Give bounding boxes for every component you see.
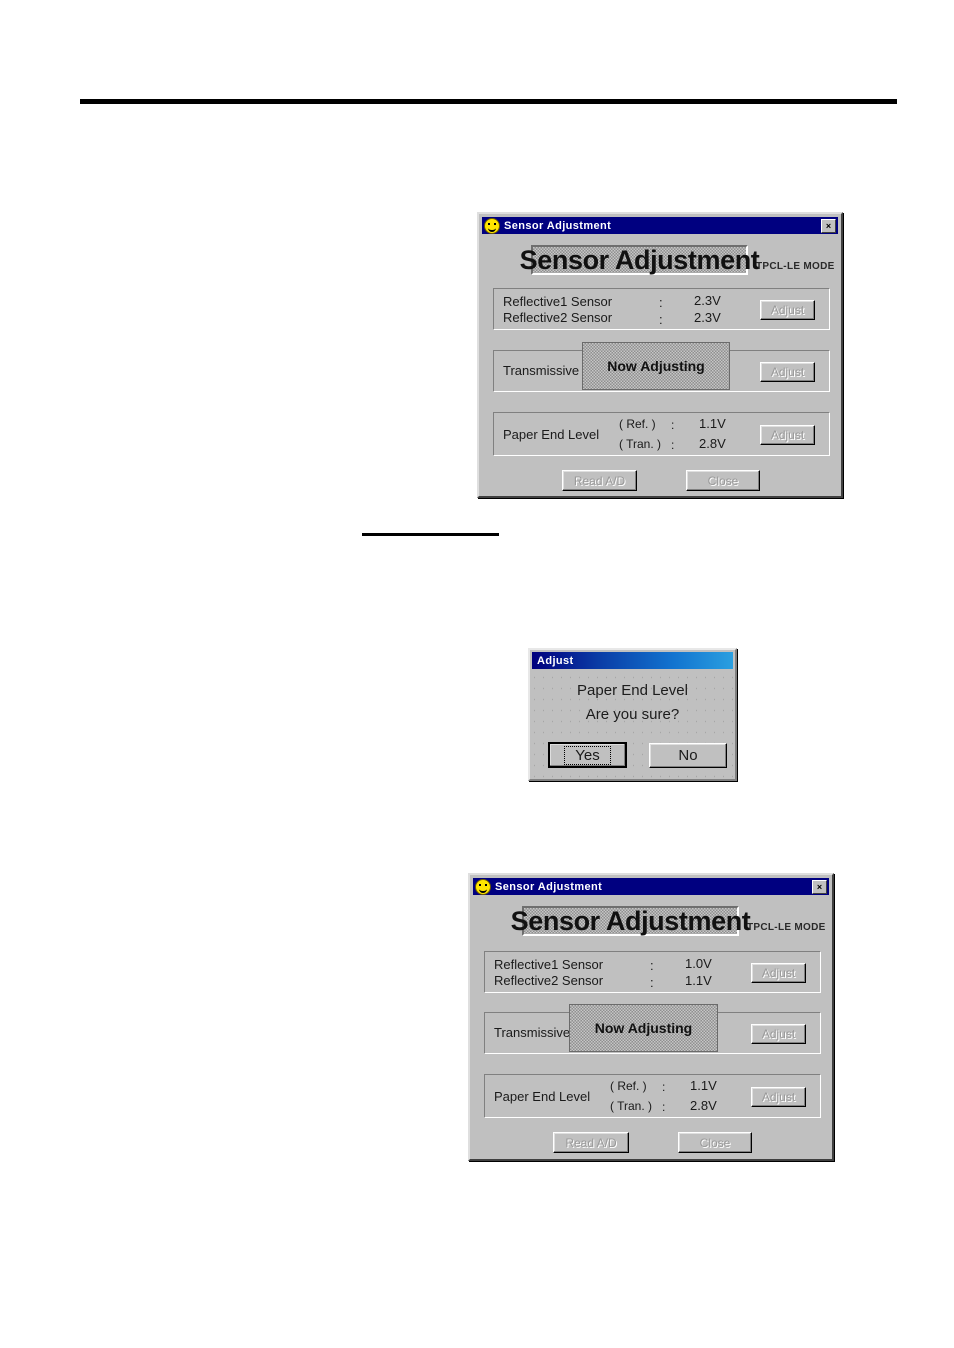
paper-end-ref-separator: : xyxy=(662,1080,666,1094)
titlebar[interactable]: Sensor Adjustment × xyxy=(482,217,838,234)
sensor-adjustment-dialog-top[interactable]: Sensor Adjustment × Sensor Adjustment TP… xyxy=(477,212,843,498)
reflective2-value: 2.3V xyxy=(694,310,721,325)
smiley-face-icon xyxy=(475,878,491,895)
window-title: Sensor Adjustment xyxy=(504,219,612,232)
yes-button-label: Yes xyxy=(564,745,611,765)
confirm-message-line1: Paper End Level xyxy=(577,682,688,699)
sensor-adjustment-dialog-bottom[interactable]: Sensor Adjustment × Sensor Adjustment TP… xyxy=(468,873,834,1161)
close-button[interactable]: Close xyxy=(686,470,760,491)
adjust-button-paper-end[interactable]: Adjust xyxy=(760,425,815,445)
paper-end-tran-separator: : xyxy=(662,1100,666,1114)
adjust-button-transmissive[interactable]: Adjust xyxy=(751,1024,806,1044)
paper-end-level-panel: Paper End Level ( Ref. ) : 1.1V ( Tran. … xyxy=(493,412,830,456)
close-button[interactable]: Close xyxy=(678,1132,752,1153)
close-icon[interactable]: × xyxy=(821,218,836,233)
window-title: Adjust xyxy=(537,654,574,667)
now-adjusting-text: Now Adjusting xyxy=(594,1020,693,1036)
reflective2-label: Reflective2 Sensor xyxy=(494,973,604,988)
mode-label: TPCL-LE MODE xyxy=(747,922,826,933)
adjust-confirm-dialog[interactable]: Adjust Paper End Level Are you sure? Yes… xyxy=(528,648,737,781)
transmissive-label: Transmissive xyxy=(503,363,580,378)
paper-end-tran-separator: : xyxy=(671,438,675,452)
smiley-face-icon xyxy=(484,217,500,234)
no-button[interactable]: No xyxy=(649,743,727,768)
reflective-sensor-panel: Reflective1 Sensor : 1.0V Reflective2 Se… xyxy=(484,951,821,993)
reflective2-label: Reflective2 Sensor xyxy=(503,310,613,325)
header-title: Sensor Adjustment xyxy=(510,905,751,936)
paper-end-level-label: Paper End Level xyxy=(503,427,600,442)
window-title: Sensor Adjustment xyxy=(495,880,603,893)
caption-underline-rule xyxy=(362,533,499,536)
reflective2-value: 1.1V xyxy=(685,973,712,988)
reflective1-value: 1.0V xyxy=(685,956,712,971)
now-adjusting-text: Now Adjusting xyxy=(607,358,705,374)
now-adjusting-overlay: Now Adjusting xyxy=(582,342,730,390)
reflective1-label: Reflective1 Sensor xyxy=(503,294,613,309)
paper-end-ref-value: 1.1V xyxy=(690,1078,717,1093)
header-banner: Sensor Adjustment xyxy=(511,906,751,936)
adjust-button-reflective[interactable]: Adjust xyxy=(751,963,806,983)
paper-end-tran-label: ( Tran. ) xyxy=(610,1099,653,1113)
now-adjusting-overlay: Now Adjusting xyxy=(569,1004,718,1052)
reflective2-separator: : xyxy=(659,312,663,327)
mode-label: TPCL-LE MODE xyxy=(756,261,835,272)
reflective1-value: 2.3V xyxy=(694,293,721,308)
paper-end-tran-value: 2.8V xyxy=(690,1098,717,1113)
yes-button[interactable]: Yes xyxy=(548,742,627,768)
confirm-message-line2: Are you sure? xyxy=(585,706,680,723)
paper-end-ref-label: ( Ref. ) xyxy=(610,1079,647,1093)
paper-end-tran-value: 2.8V xyxy=(699,436,726,451)
paper-end-ref-separator: : xyxy=(671,418,675,432)
paper-end-ref-label: ( Ref. ) xyxy=(619,417,656,431)
adjust-button-transmissive[interactable]: Adjust xyxy=(760,362,815,382)
page-header-rule xyxy=(80,99,897,104)
paper-end-level-panel: Paper End Level ( Ref. ) : 1.1V ( Tran. … xyxy=(484,1074,821,1118)
close-icon[interactable]: × xyxy=(812,879,827,894)
reflective-sensor-panel: Reflective1 Sensor : 2.3V Reflective2 Se… xyxy=(493,288,830,330)
adjust-button-reflective[interactable]: Adjust xyxy=(760,300,815,320)
read-ad-button[interactable]: Read A/D xyxy=(562,470,637,491)
reflective1-label: Reflective1 Sensor xyxy=(494,957,604,972)
read-ad-button[interactable]: Read A/D xyxy=(553,1132,629,1153)
titlebar[interactable]: Sensor Adjustment × xyxy=(473,878,829,895)
header-title: Sensor Adjustment xyxy=(519,244,760,275)
titlebar[interactable]: Adjust xyxy=(532,652,733,669)
paper-end-level-label: Paper End Level xyxy=(494,1089,591,1104)
paper-end-tran-label: ( Tran. ) xyxy=(619,437,662,451)
reflective2-separator: : xyxy=(650,975,654,990)
header-banner: Sensor Adjustment xyxy=(520,245,760,275)
transmissive-label: Transmissive xyxy=(494,1025,571,1040)
adjust-button-paper-end[interactable]: Adjust xyxy=(751,1087,806,1107)
paper-end-ref-value: 1.1V xyxy=(699,416,726,431)
reflective1-separator: : xyxy=(659,295,663,310)
reflective1-separator: : xyxy=(650,958,654,973)
